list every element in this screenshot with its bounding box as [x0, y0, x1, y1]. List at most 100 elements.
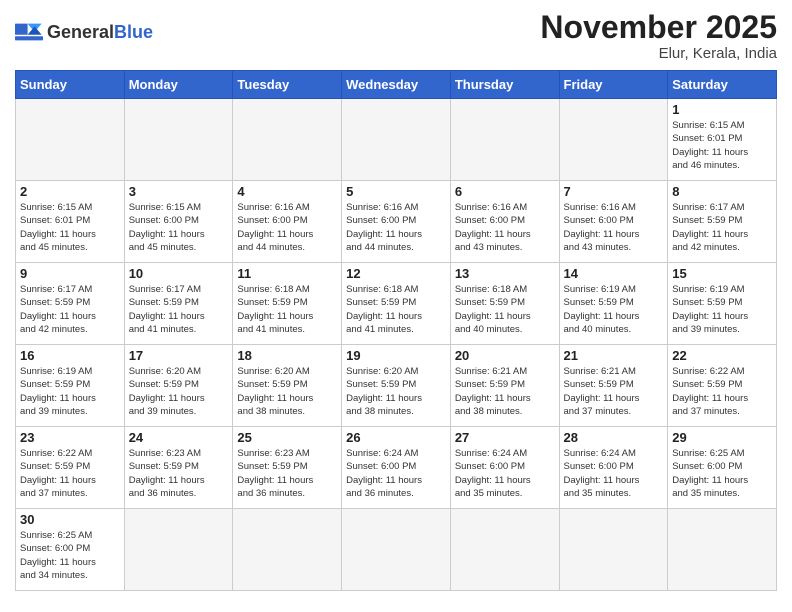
- weekday-header-sunday: Sunday: [16, 71, 125, 99]
- calendar-cell: 26 Sunrise: 6:24 AM Sunset: 6:00 PM Dayli…: [342, 427, 451, 509]
- calendar-cell: 18 Sunrise: 6:20 AM Sunset: 5:59 PM Dayli…: [233, 345, 342, 427]
- day-info: Sunrise: 6:16 AM Sunset: 6:00 PM Dayligh…: [346, 201, 446, 254]
- day-number: 29: [672, 430, 772, 445]
- calendar-cell: [668, 509, 777, 591]
- day-info: Sunrise: 6:18 AM Sunset: 5:59 PM Dayligh…: [237, 283, 337, 336]
- calendar-cell: [559, 99, 668, 181]
- day-number: 7: [564, 184, 664, 199]
- calendar-cell: 14Sunrise: 6:19 AM Sunset: 5:59 PM Dayli…: [559, 263, 668, 345]
- day-info: Sunrise: 6:24 AM Sunset: 6:00 PM Dayligh…: [346, 447, 446, 500]
- calendar-cell: [450, 509, 559, 591]
- day-info: Sunrise: 6:20 AM Sunset: 5:59 PM Dayligh…: [237, 365, 337, 418]
- day-info: Sunrise: 6:19 AM Sunset: 5:59 PM Dayligh…: [564, 283, 664, 336]
- day-number: 15: [672, 266, 772, 281]
- day-number: 8: [672, 184, 772, 199]
- day-info: Sunrise: 6:16 AM Sunset: 6:00 PM Dayligh…: [237, 201, 337, 254]
- day-number: 10: [129, 266, 229, 281]
- day-info: Sunrise: 6:22 AM Sunset: 5:59 PM Dayligh…: [672, 365, 772, 418]
- calendar-cell: 5 Sunrise: 6:16 AM Sunset: 6:00 PM Daylig…: [342, 181, 451, 263]
- calendar-table: SundayMondayTuesdayWednesdayThursdayFrid…: [15, 70, 777, 591]
- day-info: Sunrise: 6:23 AM Sunset: 5:59 PM Dayligh…: [237, 447, 337, 500]
- day-info: Sunrise: 6:25 AM Sunset: 6:00 PM Dayligh…: [20, 529, 120, 582]
- logo-blue: Blue: [114, 22, 153, 42]
- day-info: Sunrise: 6:15 AM Sunset: 6:00 PM Dayligh…: [129, 201, 229, 254]
- calendar-cell: [233, 99, 342, 181]
- calendar-cell: 27 Sunrise: 6:24 AM Sunset: 6:00 PM Dayli…: [450, 427, 559, 509]
- calendar-cell: 20 Sunrise: 6:21 AM Sunset: 5:59 PM Dayli…: [450, 345, 559, 427]
- day-number: 16: [20, 348, 120, 363]
- title-block: November 2025 Elur, Kerala, India: [540, 10, 777, 62]
- calendar-cell: 1 Sunrise: 6:15 AM Sunset: 6:01 PM Daylig…: [668, 99, 777, 181]
- day-number: 26: [346, 430, 446, 445]
- week-row-5: 30 Sunrise: 6:25 AM Sunset: 6:00 PM Dayli…: [16, 509, 777, 591]
- logo-text: GeneralBlue: [47, 23, 153, 41]
- day-info: Sunrise: 6:15 AM Sunset: 6:01 PM Dayligh…: [20, 201, 120, 254]
- calendar-cell: 21 Sunrise: 6:21 AM Sunset: 5:59 PM Dayli…: [559, 345, 668, 427]
- day-info: Sunrise: 6:21 AM Sunset: 5:59 PM Dayligh…: [564, 365, 664, 418]
- day-info: Sunrise: 6:17 AM Sunset: 5:59 PM Dayligh…: [129, 283, 229, 336]
- day-number: 9: [20, 266, 120, 281]
- calendar-cell: 15 Sunrise: 6:19 AM Sunset: 5:59 PM Dayli…: [668, 263, 777, 345]
- day-info: Sunrise: 6:24 AM Sunset: 6:00 PM Dayligh…: [564, 447, 664, 500]
- day-number: 25: [237, 430, 337, 445]
- day-info: Sunrise: 6:16 AM Sunset: 6:00 PM Dayligh…: [564, 201, 664, 254]
- day-number: 30: [20, 512, 120, 527]
- calendar-cell: 23 Sunrise: 6:22 AM Sunset: 5:59 PM Dayli…: [16, 427, 125, 509]
- day-number: 5: [346, 184, 446, 199]
- calendar-cell: 11Sunrise: 6:18 AM Sunset: 5:59 PM Dayli…: [233, 263, 342, 345]
- calendar-cell: 29Sunrise: 6:25 AM Sunset: 6:00 PM Dayli…: [668, 427, 777, 509]
- calendar-cell: 2 Sunrise: 6:15 AM Sunset: 6:01 PM Daylig…: [16, 181, 125, 263]
- day-number: 1: [672, 102, 772, 117]
- day-info: Sunrise: 6:22 AM Sunset: 5:59 PM Dayligh…: [20, 447, 120, 500]
- calendar-cell: [124, 99, 233, 181]
- day-info: Sunrise: 6:21 AM Sunset: 5:59 PM Dayligh…: [455, 365, 555, 418]
- weekday-header-wednesday: Wednesday: [342, 71, 451, 99]
- calendar-cell: 7 Sunrise: 6:16 AM Sunset: 6:00 PM Daylig…: [559, 181, 668, 263]
- calendar-cell: [342, 99, 451, 181]
- weekday-header-saturday: Saturday: [668, 71, 777, 99]
- day-info: Sunrise: 6:20 AM Sunset: 5:59 PM Dayligh…: [129, 365, 229, 418]
- day-number: 18: [237, 348, 337, 363]
- day-number: 21: [564, 348, 664, 363]
- day-info: Sunrise: 6:18 AM Sunset: 5:59 PM Dayligh…: [346, 283, 446, 336]
- day-number: 27: [455, 430, 555, 445]
- calendar-cell: 10 Sunrise: 6:17 AM Sunset: 5:59 PM Dayli…: [124, 263, 233, 345]
- day-info: Sunrise: 6:16 AM Sunset: 6:00 PM Dayligh…: [455, 201, 555, 254]
- day-info: Sunrise: 6:18 AM Sunset: 5:59 PM Dayligh…: [455, 283, 555, 336]
- calendar-cell: 6Sunrise: 6:16 AM Sunset: 6:00 PM Daylig…: [450, 181, 559, 263]
- week-row-0: 1 Sunrise: 6:15 AM Sunset: 6:01 PM Daylig…: [16, 99, 777, 181]
- calendar-cell: 25 Sunrise: 6:23 AM Sunset: 5:59 PM Dayli…: [233, 427, 342, 509]
- week-row-4: 23 Sunrise: 6:22 AM Sunset: 5:59 PM Dayli…: [16, 427, 777, 509]
- logo-general: General: [47, 22, 114, 42]
- day-info: Sunrise: 6:24 AM Sunset: 6:00 PM Dayligh…: [455, 447, 555, 500]
- calendar-cell: 9Sunrise: 6:17 AM Sunset: 5:59 PM Daylig…: [16, 263, 125, 345]
- day-info: Sunrise: 6:19 AM Sunset: 5:59 PM Dayligh…: [20, 365, 120, 418]
- week-row-2: 9 Sunrise: 6:17 AM Sunset: 5:59 PM Daylig…: [16, 263, 777, 345]
- calendar-cell: 12 Sunrise: 6:18 AM Sunset: 5:59 PM Dayli…: [342, 263, 451, 345]
- day-number: 4: [237, 184, 337, 199]
- day-info: Sunrise: 6:19 AM Sunset: 5:59 PM Dayligh…: [672, 283, 772, 336]
- weekday-header-friday: Friday: [559, 71, 668, 99]
- week-row-1: 2 Sunrise: 6:15 AM Sunset: 6:01 PM Daylig…: [16, 181, 777, 263]
- day-info: Sunrise: 6:15 AM Sunset: 6:01 PM Dayligh…: [672, 119, 772, 172]
- day-info: Sunrise: 6:20 AM Sunset: 5:59 PM Dayligh…: [346, 365, 446, 418]
- day-info: Sunrise: 6:23 AM Sunset: 5:59 PM Dayligh…: [129, 447, 229, 500]
- day-number: 19: [346, 348, 446, 363]
- day-number: 20: [455, 348, 555, 363]
- day-number: 13: [455, 266, 555, 281]
- calendar-cell: 17Sunrise: 6:20 AM Sunset: 5:59 PM Dayli…: [124, 345, 233, 427]
- calendar-cell: [559, 509, 668, 591]
- weekday-header-tuesday: Tuesday: [233, 71, 342, 99]
- day-number: 12: [346, 266, 446, 281]
- generalblue-logo-icon: [15, 18, 43, 46]
- weekday-header-row: SundayMondayTuesdayWednesdayThursdayFrid…: [16, 71, 777, 99]
- weekday-header-monday: Monday: [124, 71, 233, 99]
- calendar-cell: 30 Sunrise: 6:25 AM Sunset: 6:00 PM Dayli…: [16, 509, 125, 591]
- calendar-cell: 19 Sunrise: 6:20 AM Sunset: 5:59 PM Dayli…: [342, 345, 451, 427]
- day-number: 23: [20, 430, 120, 445]
- day-number: 28: [564, 430, 664, 445]
- calendar-cell: [450, 99, 559, 181]
- calendar-cell: [124, 509, 233, 591]
- day-number: 2: [20, 184, 120, 199]
- day-number: 3: [129, 184, 229, 199]
